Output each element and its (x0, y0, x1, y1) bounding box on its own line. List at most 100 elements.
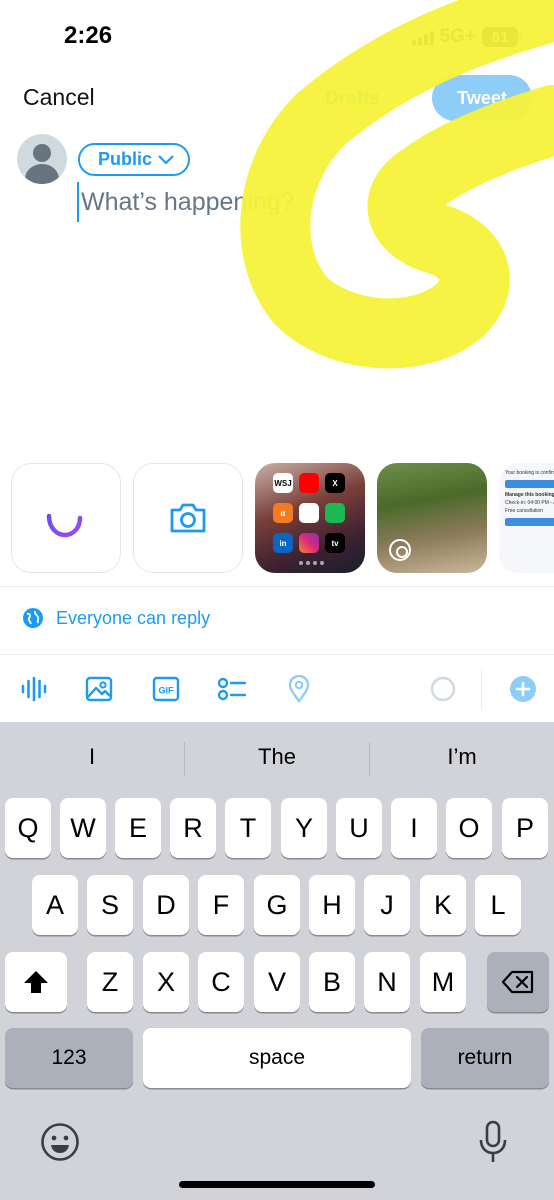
key-h[interactable]: H (309, 875, 355, 935)
suggestion-1[interactable]: I (0, 744, 184, 770)
key-r[interactable]: R (170, 798, 216, 858)
return-key[interactable]: return (421, 1028, 549, 1088)
key-d[interactable]: D (143, 875, 189, 935)
audio-space-button[interactable] (19, 674, 49, 704)
battery-icon: 81 (482, 27, 522, 47)
key-o[interactable]: O (446, 798, 492, 858)
globe-icon (23, 608, 43, 628)
key-c[interactable]: C (198, 952, 244, 1012)
signal-icon (411, 29, 434, 45)
media-strip: WSJ X α in tv Your booking is confirmed … (11, 463, 554, 575)
app-icon (299, 533, 319, 553)
status-bar: 2:26 5G+ 81 (0, 0, 554, 70)
image-icon (85, 676, 113, 702)
app-icon: α (273, 503, 293, 523)
dictation-button[interactable] (478, 1120, 508, 1169)
network-type: 5G+ (439, 26, 476, 47)
key-q[interactable]: Q (5, 798, 51, 858)
key-x[interactable]: X (143, 952, 189, 1012)
microphone-icon (479, 1120, 507, 1162)
toolbar-divider (481, 670, 482, 710)
app-icon (299, 503, 319, 523)
app-icon: tv (325, 533, 345, 553)
backspace-icon (501, 970, 534, 994)
predictive-suggestions: I The I’m (0, 722, 554, 796)
location-pin-icon (288, 675, 310, 703)
audience-label: Public (98, 149, 153, 169)
key-w[interactable]: W (60, 798, 106, 858)
chevron-down-icon (158, 154, 174, 165)
gif-icon: GIF (152, 676, 180, 702)
key-b[interactable]: B (309, 952, 355, 1012)
key-k[interactable]: K (420, 875, 466, 935)
key-p[interactable]: P (502, 798, 548, 858)
key-m[interactable]: M (420, 952, 466, 1012)
space-key[interactable]: space (143, 1028, 411, 1088)
keyboard: I The I’m Q W E R T Y U I O P A S D F G … (0, 722, 554, 1200)
suggestion-2[interactable]: The (185, 744, 369, 770)
divider (0, 586, 554, 587)
spaces-add-icon (46, 500, 87, 538)
add-thread-button[interactable] (508, 674, 538, 704)
shift-icon (24, 971, 48, 993)
suggestion-3[interactable]: I’m (370, 744, 554, 770)
live-photo-icon (389, 539, 411, 561)
drafts-button[interactable]: Drafts (325, 88, 380, 110)
avatar[interactable] (17, 134, 67, 184)
home-indicator (179, 1181, 375, 1188)
app-icon: in (273, 533, 293, 553)
progress-ring-icon (430, 676, 456, 702)
delete-key[interactable] (487, 952, 549, 1012)
photo-thumbnail-booking[interactable]: Your booking is confirmed Manage this bo… (499, 463, 554, 573)
status-time: 2:26 (64, 22, 113, 49)
key-j[interactable]: J (364, 875, 410, 935)
key-s[interactable]: S (87, 875, 133, 935)
app-icon (325, 503, 345, 523)
add-gif-button[interactable]: GIF (151, 674, 181, 704)
voice-space-tile[interactable] (11, 463, 121, 573)
character-count-indicator (428, 674, 458, 704)
key-z[interactable]: Z (87, 952, 133, 1012)
audience-selector[interactable]: Public (78, 143, 191, 176)
key-g[interactable]: G (254, 875, 300, 935)
camera-tile[interactable] (133, 463, 243, 573)
add-location-button[interactable] (284, 674, 314, 704)
compose-text-input[interactable] (77, 182, 517, 222)
key-t[interactable]: T (225, 798, 271, 858)
app-icon: WSJ (273, 473, 293, 493)
key-v[interactable]: V (254, 952, 300, 1012)
numbers-key[interactable]: 123 (5, 1028, 133, 1088)
status-indicators: 5G+ 81 (411, 26, 522, 48)
booking-screenshot-text: Your booking is confirmed Manage this bo… (505, 469, 554, 529)
photo-thumbnail-apps[interactable]: WSJ X α in tv (255, 463, 365, 573)
key-l[interactable]: L (475, 875, 521, 935)
divider (0, 654, 554, 655)
key-n[interactable]: N (364, 952, 410, 1012)
key-i[interactable]: I (391, 798, 437, 858)
key-a[interactable]: A (32, 875, 78, 935)
svg-text:GIF: GIF (159, 686, 175, 696)
poll-icon (217, 677, 247, 701)
plus-icon (510, 676, 536, 702)
key-y[interactable]: Y (281, 798, 327, 858)
photo-thumbnail-plant[interactable] (377, 463, 487, 573)
app-folder-image: WSJ X α in tv (273, 473, 349, 557)
camera-icon (170, 503, 206, 533)
reply-setting[interactable]: Everyone can reply (22, 607, 210, 629)
compose-toolbar: GIF (0, 662, 554, 718)
tweet-button[interactable]: Tweet (432, 75, 532, 121)
key-e[interactable]: E (115, 798, 161, 858)
key-f[interactable]: F (198, 875, 244, 935)
key-u[interactable]: U (336, 798, 382, 858)
audio-wave-icon (21, 676, 47, 702)
add-poll-button[interactable] (217, 674, 247, 704)
app-icon (299, 473, 319, 493)
emoji-icon (41, 1123, 79, 1161)
emoji-button[interactable] (40, 1122, 80, 1167)
cancel-button[interactable]: Cancel (23, 84, 95, 111)
shift-key[interactable] (5, 952, 67, 1012)
page-dots (299, 561, 324, 565)
app-icon: X (325, 473, 345, 493)
add-image-button[interactable] (84, 674, 114, 704)
reply-setting-label: Everyone can reply (56, 607, 211, 628)
